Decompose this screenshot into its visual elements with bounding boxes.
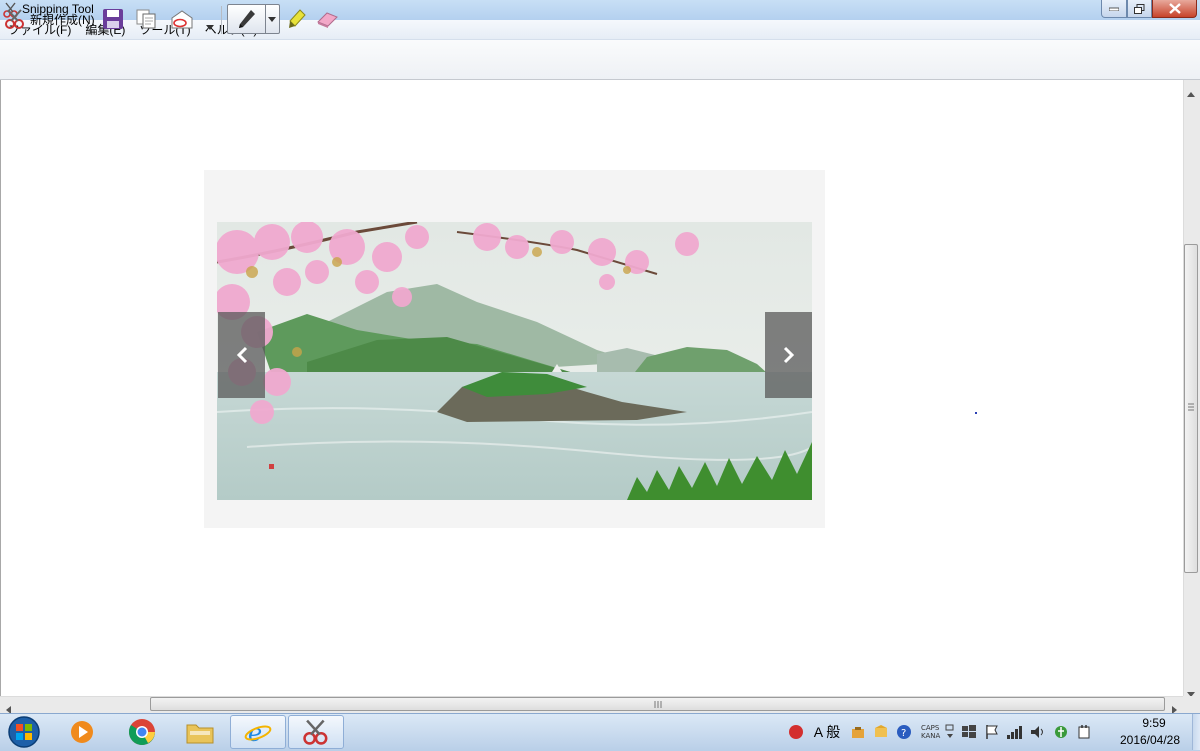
taskbar-chrome[interactable] xyxy=(114,715,170,749)
grip-icon xyxy=(654,701,662,708)
svg-text:?: ? xyxy=(901,728,906,739)
scissors-icon xyxy=(5,9,24,29)
system-tray: A 般 ? CAPS KANA xyxy=(786,715,1116,749)
taskbar-internet-explorer[interactable]: e xyxy=(230,715,286,749)
clock-time[interactable]: 9:59 xyxy=(1124,716,1184,730)
tray-volume[interactable] xyxy=(1028,722,1048,742)
send-dropdown-button[interactable] xyxy=(205,17,215,30)
copy-button[interactable] xyxy=(134,7,158,31)
internet-explorer-icon: e xyxy=(244,719,272,746)
chevron-up-icon xyxy=(1187,92,1195,97)
pen-tool-group xyxy=(227,4,280,34)
toolbar xyxy=(0,40,1200,80)
start-button[interactable] xyxy=(4,716,44,748)
next-slide-button[interactable] xyxy=(765,312,812,398)
landscape-image xyxy=(217,222,812,500)
signal-bars-icon xyxy=(1007,726,1023,739)
toolbar-separator xyxy=(221,6,222,34)
close-icon xyxy=(1168,3,1181,14)
scroll-up-arrow[interactable] xyxy=(1186,83,1196,102)
media-player-icon xyxy=(71,721,93,743)
pen-dropdown-button[interactable] xyxy=(265,5,279,33)
folder-icon xyxy=(186,724,214,744)
previous-slide-button[interactable] xyxy=(218,312,265,398)
eraser-icon xyxy=(317,12,338,28)
eraser-button[interactable] xyxy=(315,7,339,31)
highlighter-icon xyxy=(289,9,306,28)
clock-date[interactable]: 2016/04/28 xyxy=(1110,733,1190,747)
copy-icon xyxy=(136,9,156,29)
chevron-left-icon xyxy=(236,346,247,364)
taskbar-media-player[interactable] xyxy=(54,715,110,749)
vertical-scroll-thumb[interactable] xyxy=(1184,244,1198,573)
minimize-icon xyxy=(1109,7,1119,11)
scissors-icon xyxy=(303,719,328,745)
close-button[interactable] xyxy=(1152,0,1197,18)
restore-icon xyxy=(1134,3,1145,14)
windows-logo-icon xyxy=(962,725,977,738)
taskbar-snipping-tool[interactable] xyxy=(288,715,344,749)
shield-icon xyxy=(789,725,803,739)
tray-safely-remove[interactable] xyxy=(1051,722,1071,742)
flag-icon xyxy=(986,725,999,739)
tray-action-center[interactable] xyxy=(982,722,1002,742)
minimize-button[interactable] xyxy=(1101,0,1127,18)
dictionary-icon xyxy=(875,725,887,737)
tray-battery[interactable] xyxy=(1074,722,1094,742)
tray-key-status: CAPS KANA xyxy=(921,724,940,740)
highlighter-button[interactable] xyxy=(285,7,309,31)
speaker-icon xyxy=(1031,726,1044,738)
chevron-down-icon xyxy=(206,25,214,30)
chevron-down-icon xyxy=(945,724,954,738)
pen-icon xyxy=(238,10,255,28)
send-mail-icon xyxy=(171,10,193,29)
power-plug-icon xyxy=(1078,725,1090,739)
taskbar-explorer[interactable] xyxy=(172,715,228,749)
horizontal-scroll-thumb[interactable] xyxy=(150,697,1165,711)
chevron-down-icon xyxy=(268,17,276,22)
pen-button[interactable] xyxy=(228,5,266,33)
scrollbar-corner xyxy=(1183,696,1200,713)
tray-ime-dict[interactable] xyxy=(871,722,891,742)
send-snip-button[interactable] xyxy=(170,7,194,31)
kana-indicator: KANA xyxy=(921,732,941,740)
save-button[interactable] xyxy=(101,7,125,31)
tray-network[interactable] xyxy=(1005,722,1025,742)
tray-ime-tool[interactable] xyxy=(848,722,868,742)
chevron-right-icon xyxy=(783,346,794,364)
save-icon xyxy=(103,9,123,29)
caps-indicator: CAPS xyxy=(921,724,940,732)
toolbox-icon xyxy=(852,727,864,738)
tray-windows[interactable] xyxy=(959,722,979,742)
tray-help[interactable]: ? xyxy=(894,722,914,742)
help-icon: ? xyxy=(897,725,911,739)
tray-antivirus[interactable] xyxy=(786,722,806,742)
tray-ime-mode[interactable]: A 般 xyxy=(809,722,845,742)
tray-ime-options[interactable] xyxy=(944,722,956,742)
stray-pixel xyxy=(975,412,977,414)
chrome-icon xyxy=(128,719,156,746)
show-desktop-button[interactable] xyxy=(1192,714,1200,750)
restore-button[interactable] xyxy=(1127,0,1152,18)
new-snip-button[interactable]: 新規作成(N) xyxy=(4,7,95,31)
usb-icon xyxy=(1055,726,1068,738)
new-snip-label: 新規作成(N) xyxy=(30,12,95,27)
grip-icon xyxy=(1188,403,1194,411)
